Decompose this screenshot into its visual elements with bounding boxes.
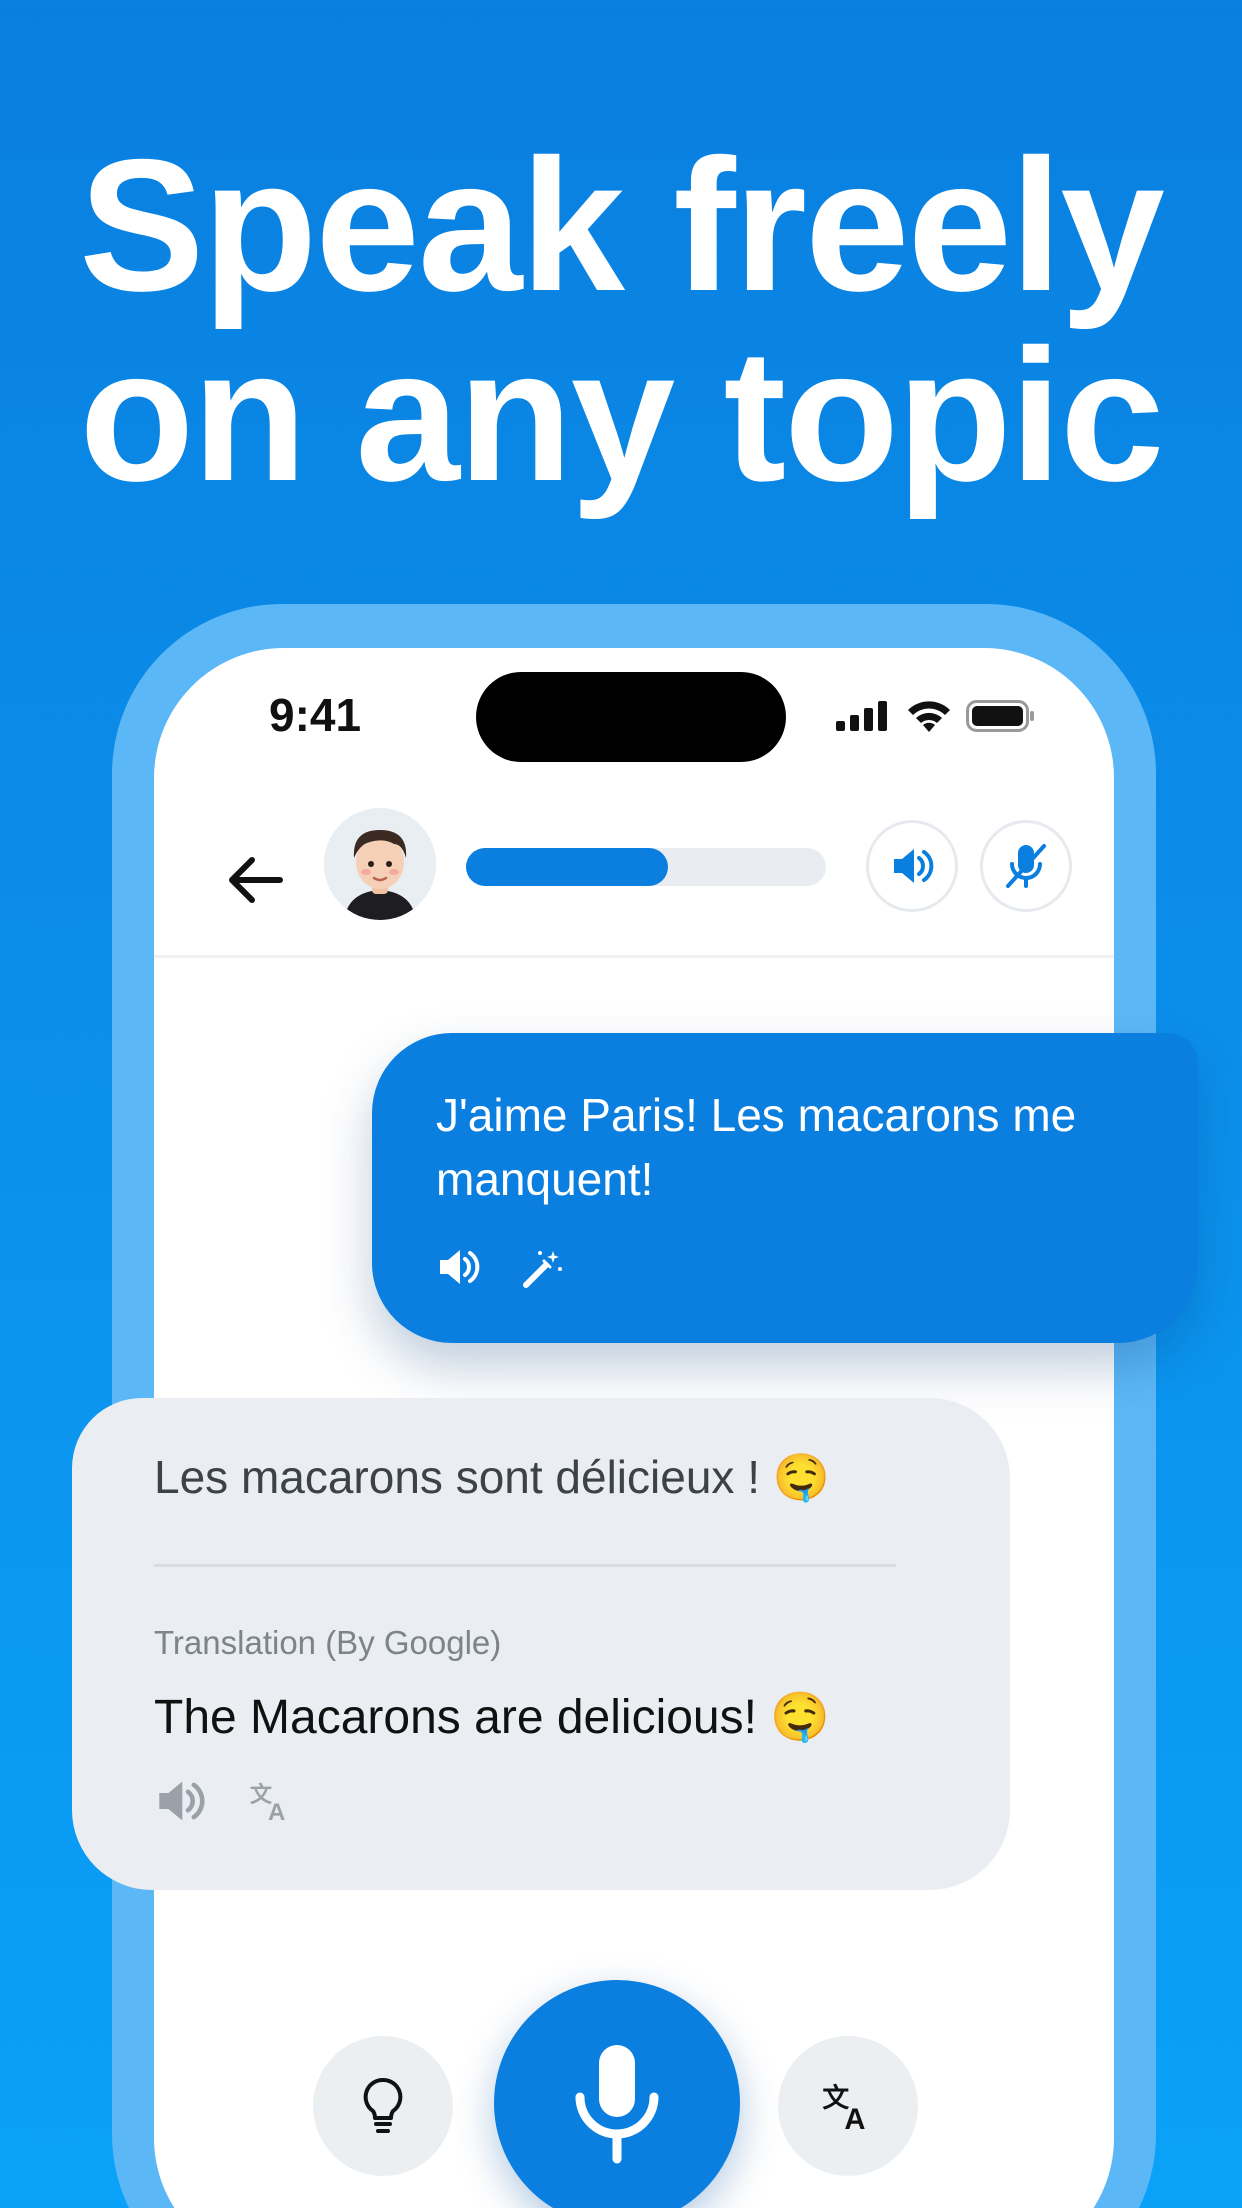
status-icons [836,698,1036,734]
avatar[interactable] [324,808,436,920]
speaker-icon[interactable] [154,1778,206,1824]
chat-topbar [154,808,1114,958]
lesson-progress-fill [466,848,668,886]
bot-message-bubble: Les macarons sont délicieux ! 🤤 Translat… [72,1398,1010,1890]
speaker-toggle-button[interactable] [866,820,958,912]
record-mic-button[interactable] [494,1980,740,2208]
translate-button[interactable]: 文 A [778,2036,918,2176]
wifi-icon [908,701,950,732]
mic-mute-button[interactable] [980,820,1072,912]
status-time: 9:41 [269,689,362,741]
avatar-illustration [324,808,436,920]
dynamic-island [476,672,786,762]
headline: Speak freely on any topic [0,130,1242,510]
magic-wand-icon[interactable] [520,1247,564,1291]
speaker-icon [894,849,934,883]
mic-off-icon [1006,844,1046,888]
svg-text:A: A [844,2104,865,2134]
divider [154,1564,896,1567]
lesson-progress-bar [466,848,826,886]
translation-text: The Macarons are delicious! 🤤 [154,1691,831,1744]
signal-icon [836,701,887,731]
lightbulb-icon [363,2077,403,2133]
back-arrow-icon[interactable] [224,848,288,912]
user-message-text: J'aime Paris! Les macarons me manquent! [436,1089,1077,1205]
speaker-icon[interactable] [436,1247,480,1287]
user-message-bubble: J'aime Paris! Les macarons me manquent! [372,1033,1198,1343]
translate-icon: 文 A [822,2082,865,2134]
battery-icon [966,700,1034,732]
mic-icon [575,2045,659,2164]
translation-label: Translation (By Google) [154,1624,502,1661]
svg-text:A: A [268,1799,285,1824]
translate-icon[interactable]: 文 A [248,1778,294,1824]
headline-line2: on any topic [79,310,1164,520]
bot-message-original: Les macarons sont délicieux ! 🤤 [154,1451,831,1503]
hint-button[interactable] [313,2036,453,2176]
headline-line1: Speak freely [79,120,1165,330]
